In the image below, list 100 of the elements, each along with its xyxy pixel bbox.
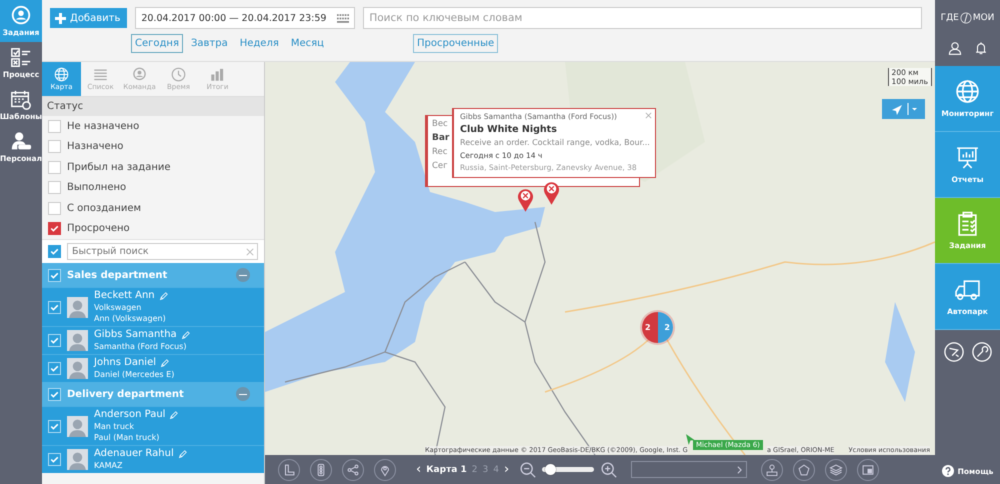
previous-page-button[interactable]: ‹ (416, 463, 422, 476)
avatar-icon (67, 296, 88, 318)
vehicle-arrow-icon[interactable] (686, 434, 695, 445)
layers-button[interactable] (825, 458, 848, 480)
period-tab[interactable]: Месяц (286, 34, 328, 53)
locate-button[interactable] (882, 99, 925, 119)
popup-text: Сег (432, 161, 448, 173)
avatar-icon (67, 449, 88, 470)
overdue-button[interactable]: Просроченные (412, 34, 498, 53)
user-pin-icon (10, 5, 32, 27)
clock-icon (171, 67, 186, 82)
checkbox-label: С опозданием (67, 202, 142, 214)
checklist-icon (10, 47, 32, 69)
bar-chart-icon (210, 67, 225, 82)
pencil-icon[interactable] (169, 410, 178, 420)
minimap-icon (861, 462, 876, 476)
popup-title: Club White Nights (460, 123, 557, 137)
map-page-tab[interactable]: Карта 1 (426, 464, 467, 474)
layers-icon (829, 462, 844, 476)
vehicle-label: Ann (Volkswagen) (94, 313, 167, 324)
group-name: Delivery department (67, 388, 185, 400)
zoom-out-icon[interactable] (519, 461, 536, 478)
wrench-icon[interactable] (972, 342, 992, 362)
avatar-icon (67, 358, 88, 379)
location-pin-button[interactable] (374, 458, 396, 480)
pencil-icon[interactable] (180, 330, 190, 340)
checkbox[interactable] (48, 181, 61, 194)
popup-text: Bar (432, 133, 450, 145)
vehicle-label: Daniel (Mercedes E) (94, 369, 174, 380)
avatar-icon (67, 330, 88, 351)
ruler-icon (282, 462, 296, 476)
checkbox-label: Назначено (67, 141, 124, 152)
bell-icon[interactable] (974, 40, 988, 56)
address-field[interactable] (631, 461, 748, 478)
map-pin-stand-icon (765, 462, 780, 476)
vehicle-label: KAMAZ (94, 460, 124, 471)
ruler-button[interactable] (278, 458, 300, 480)
popup-text: Bec (432, 119, 448, 131)
checkbox[interactable] (48, 120, 61, 133)
checkbox[interactable] (48, 222, 61, 236)
search-field[interactable]: Поиск по ключевым словам (363, 7, 922, 29)
employee-name: Beckett Ann (94, 290, 155, 302)
map-layer-button[interactable] (761, 458, 784, 480)
user-pin-icon (132, 67, 147, 82)
globe-icon (54, 67, 69, 82)
map-page-tab[interactable]: 2 (472, 464, 478, 474)
help-icon (942, 465, 954, 477)
zoom-in-icon[interactable] (600, 461, 618, 478)
globe-icon (955, 79, 980, 104)
period-tab[interactable]: Завтра (186, 34, 232, 53)
avatar-icon (67, 416, 88, 436)
employee-name: Adenauer Rahul (94, 448, 174, 460)
calendar-icon (10, 89, 32, 111)
checkbox-label: Прибыл на задание (67, 162, 171, 173)
pencil-icon[interactable] (178, 450, 187, 458)
date-range-field[interactable]: 20.04.2017 00:00 — 20.04.2017 23:59 (135, 7, 356, 29)
popup-text: Rec (432, 147, 448, 159)
quick-search-field[interactable]: Быстрый поиск (67, 243, 258, 260)
checkbox[interactable] (48, 202, 61, 215)
chevron-icon[interactable] (737, 466, 742, 474)
minimap-button[interactable] (857, 458, 880, 480)
employee-name: Johns Daniel (94, 357, 156, 369)
list-icon (93, 67, 108, 82)
pentagon-icon (797, 462, 812, 476)
share-button[interactable] (342, 458, 364, 480)
user-icon[interactable] (948, 40, 962, 56)
overdue-marker-icon[interactable] (517, 187, 534, 212)
collapse-button[interactable] (236, 268, 250, 282)
close-icon[interactable] (645, 112, 652, 119)
traffic-light-button[interactable] (310, 458, 332, 480)
period-tab[interactable]: Сегодня (131, 34, 183, 53)
pencil-icon[interactable] (158, 292, 168, 300)
vehicle-label: Volkswagen (94, 302, 142, 313)
next-page-button[interactable]: › (504, 463, 510, 476)
add-button[interactable]: Добавить (50, 8, 128, 28)
group-name: Sales department (67, 270, 168, 280)
vehicle-label: Man truck (94, 421, 135, 432)
checkbox[interactable] (48, 160, 61, 174)
logo: ГДЕ МОИ (940, 11, 996, 25)
pencil-icon[interactable] (160, 358, 170, 368)
map-page-tab[interactable]: 4 (493, 464, 499, 474)
vehicle-label: Paul (Man truck) (94, 432, 160, 443)
slider-thumb[interactable] (544, 464, 556, 475)
period-tab[interactable]: Неделя (236, 34, 283, 53)
select-all-checkbox[interactable] (48, 245, 61, 258)
popup-description: Receive an order. Cocktail range, vodka, Bour... (460, 137, 650, 149)
share-icon (346, 462, 360, 476)
polygon-button[interactable] (793, 458, 816, 480)
calendar-icon (337, 14, 350, 22)
checkbox-label: Выполнено (67, 182, 126, 194)
zoom-slider[interactable] (542, 467, 594, 472)
overdue-marker-icon[interactable] (543, 180, 560, 205)
clear-icon[interactable] (246, 248, 254, 256)
map-page-tab[interactable]: 3 (482, 464, 488, 474)
collapse-button[interactable] (236, 387, 250, 401)
presentation-board-icon (955, 145, 980, 170)
checkbox-label: Просрочено (67, 223, 130, 234)
vehicle-label: Samantha (Ford Focus) (94, 341, 188, 352)
checkbox[interactable] (48, 140, 61, 154)
employee-name: Anderson Paul (94, 409, 166, 421)
